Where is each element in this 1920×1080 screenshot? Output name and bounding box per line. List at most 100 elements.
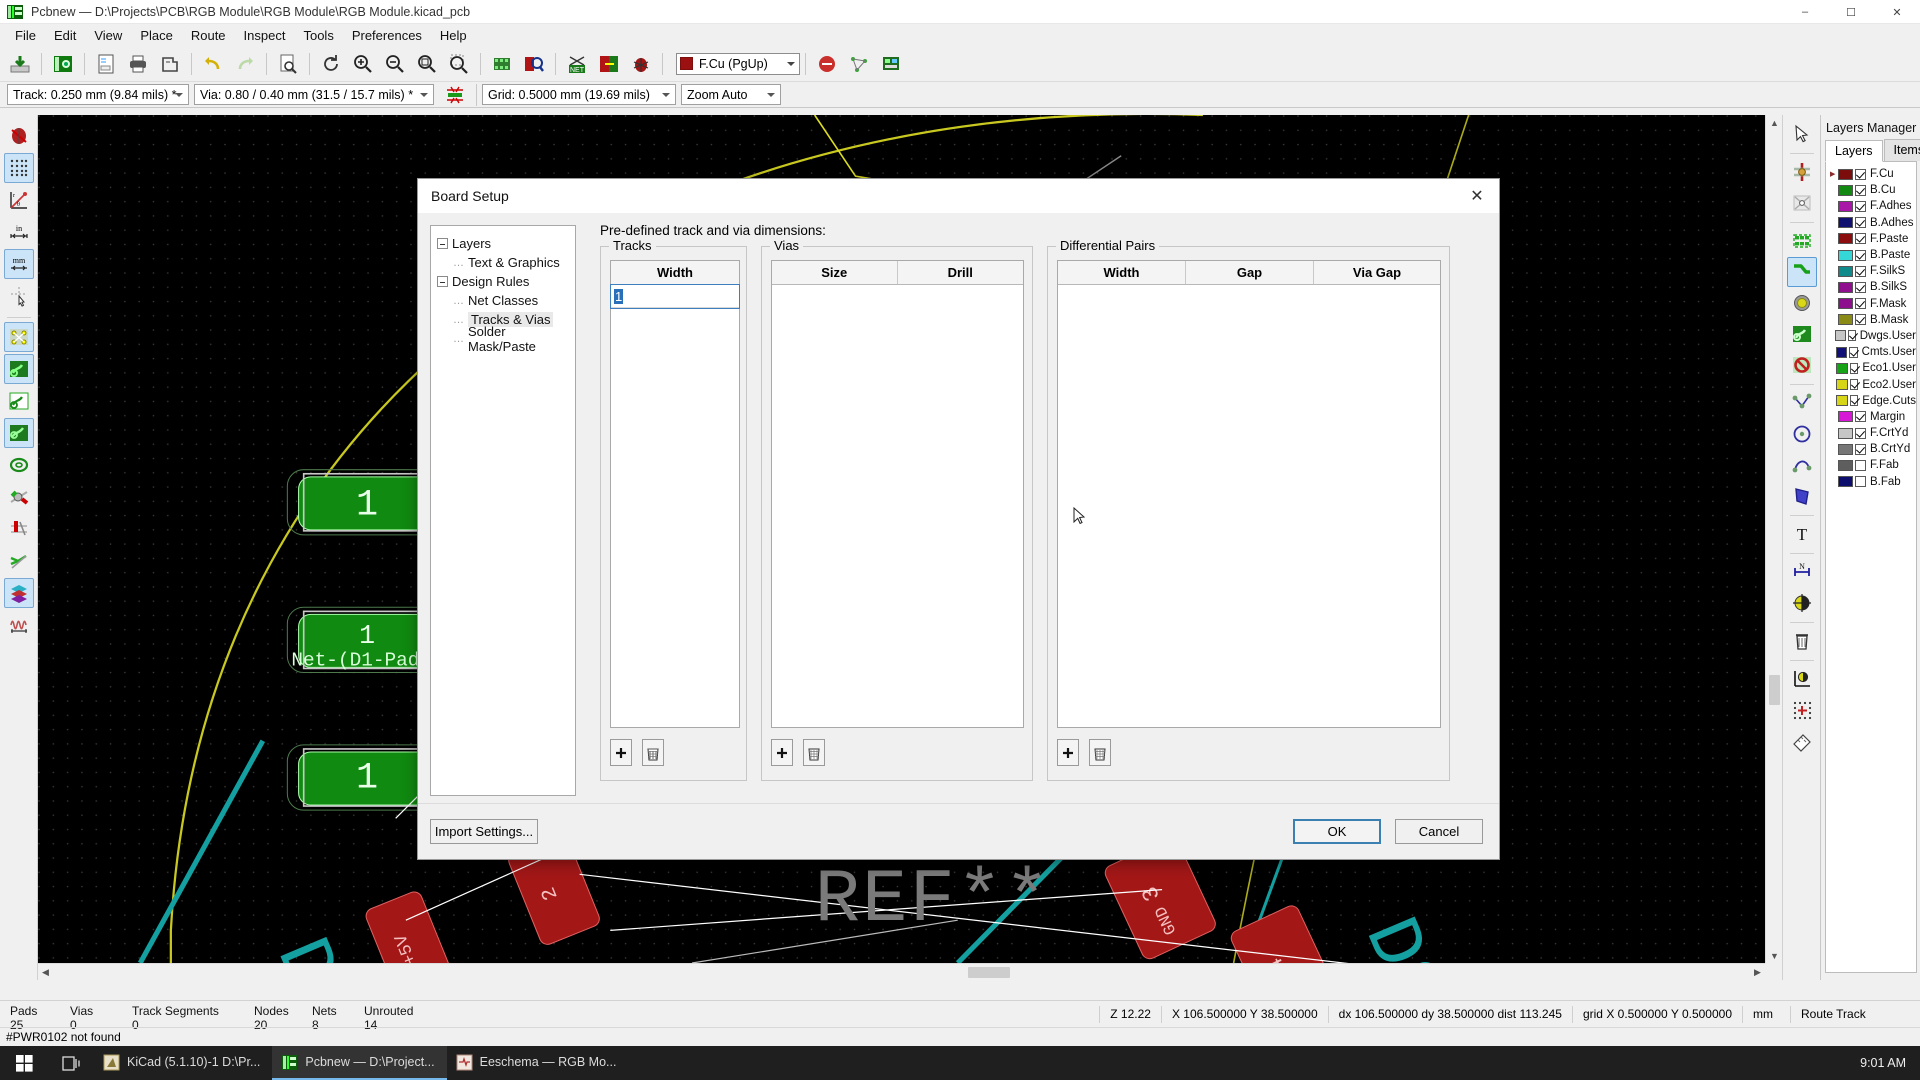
layer-row-b-cu[interactable]: B.Cu <box>1828 182 1916 198</box>
undo-icon[interactable] <box>199 50 227 78</box>
tree-expander-icon[interactable] <box>437 238 448 249</box>
layer-color-swatch[interactable] <box>1838 266 1853 277</box>
layer-visibility-checkbox[interactable] <box>1855 298 1866 309</box>
track-sketch-icon[interactable] <box>4 482 34 512</box>
layer-color-swatch[interactable] <box>1838 185 1853 196</box>
close-button[interactable]: ✕ <box>1874 0 1920 24</box>
ratsnest-icon[interactable] <box>4 322 34 352</box>
layer-color-swatch[interactable] <box>1836 379 1848 390</box>
menu-tools[interactable]: Tools <box>294 26 342 45</box>
layer-color-swatch[interactable] <box>1838 460 1853 471</box>
layer-visibility-checkbox[interactable] <box>1850 379 1859 390</box>
layer-row-edge-cuts[interactable]: Edge.Cuts <box>1828 393 1916 409</box>
layer-visibility-checkbox[interactable] <box>1848 330 1856 341</box>
layer-row-f-mask[interactable]: F.Mask <box>1828 296 1916 312</box>
polar-coords-icon[interactable]: rθ <box>4 185 34 215</box>
layer-visibility-checkbox[interactable] <box>1855 444 1866 455</box>
layer-visibility-checkbox[interactable] <box>1855 428 1866 439</box>
layer-visibility-checkbox[interactable] <box>1855 282 1866 293</box>
layer-visibility-checkbox[interactable] <box>1850 395 1859 406</box>
layer-color-swatch[interactable] <box>1838 217 1853 228</box>
layer-row-f-crtyd[interactable]: F.CrtYd <box>1828 425 1916 441</box>
units-mm-icon[interactable]: mm <box>4 249 34 279</box>
layer-row-f-paste[interactable]: F.Paste <box>1828 231 1916 247</box>
layer-color-swatch[interactable] <box>1836 347 1847 358</box>
layer-visibility-checkbox[interactable] <box>1855 411 1866 422</box>
draw-line-icon[interactable] <box>1787 388 1817 418</box>
import-settings-button[interactable]: Import Settings... <box>430 819 538 844</box>
draw-arc-icon[interactable] <box>1787 450 1817 480</box>
layer-row-b-mask[interactable]: B.Mask <box>1828 312 1916 328</box>
vias-table[interactable]: Size Drill <box>771 260 1024 728</box>
add-dimension-icon[interactable]: N <box>1787 557 1817 587</box>
layer-visibility-checkbox[interactable] <box>1855 266 1866 277</box>
pad-sketch-icon[interactable] <box>4 514 34 544</box>
full-crosshair-icon[interactable] <box>4 281 34 311</box>
zoom-in-icon[interactable] <box>349 50 377 78</box>
layer-row-f-cu[interactable]: ▶F.Cu <box>1828 166 1916 182</box>
layer-color-swatch[interactable] <box>1838 476 1853 487</box>
add-zone-icon[interactable] <box>1787 319 1817 349</box>
layer-row-f-silks[interactable]: F.SilkS <box>1828 263 1916 279</box>
minimize-button[interactable]: – <box>1782 0 1828 24</box>
scroll-up-arrow[interactable]: ▲ <box>1766 115 1783 130</box>
vias-delete-button[interactable] <box>803 739 825 766</box>
task-view-icon[interactable] <box>48 1046 94 1080</box>
via-sketch-icon[interactable] <box>4 450 34 480</box>
layer-visibility-checkbox[interactable] <box>1855 250 1866 261</box>
menu-preferences[interactable]: Preferences <box>343 26 431 45</box>
zoom-area-icon[interactable] <box>445 50 473 78</box>
footprint-editor-icon[interactable] <box>488 50 516 78</box>
update-pcb-icon[interactable] <box>595 50 623 78</box>
scroll-left-arrow[interactable]: ◀ <box>38 964 53 981</box>
layer-visibility-checkbox[interactable] <box>1855 314 1866 325</box>
highlight-net-tool-icon[interactable] <box>1787 157 1817 187</box>
zone-sketch-icon[interactable] <box>4 418 34 448</box>
layer-color-swatch[interactable] <box>1836 363 1848 374</box>
plot-icon[interactable] <box>156 50 184 78</box>
zone-outline-icon[interactable] <box>4 386 34 416</box>
layer-row-b-crtyd[interactable]: B.CrtYd <box>1828 441 1916 457</box>
layer-row-eco1-user[interactable]: Eco1.User <box>1828 360 1916 376</box>
setup-navigation-tree[interactable]: Layers…Text & GraphicsDesign Rules…Net C… <box>430 225 576 796</box>
refresh-icon[interactable] <box>317 50 345 78</box>
layer-color-swatch[interactable] <box>1835 330 1846 341</box>
layer-color-swatch[interactable] <box>1838 233 1853 244</box>
set-grid-origin-icon[interactable] <box>1787 695 1817 725</box>
vias-add-button[interactable] <box>771 739 793 766</box>
auto-track-width-icon[interactable] <box>441 81 469 109</box>
local-ratsnest-tool-icon[interactable] <box>1787 188 1817 218</box>
grid-display-icon[interactable] <box>4 153 34 183</box>
tree-item-layers[interactable]: Layers <box>437 234 575 253</box>
horizontal-scroll-thumb[interactable] <box>968 967 1010 978</box>
layer-color-swatch[interactable] <box>1838 250 1853 261</box>
contrast-layers-icon[interactable] <box>4 578 34 608</box>
layer-row-b-fab[interactable]: B.Fab <box>1828 474 1916 490</box>
layer-color-swatch[interactable] <box>1838 314 1853 325</box>
active-layer-selector[interactable]: F.Cu (PgUp) <box>676 53 800 75</box>
layer-visibility-checkbox[interactable] <box>1855 460 1866 471</box>
menu-edit[interactable]: Edit <box>45 26 85 45</box>
layer-visibility-checkbox[interactable] <box>1849 347 1858 358</box>
layer-color-swatch[interactable] <box>1838 169 1853 180</box>
taskbar-item-kicad[interactable]: KiCad (5.1.10)-1 D:\Pr... <box>94 1046 272 1080</box>
local-ratsnest-icon[interactable] <box>845 50 873 78</box>
board-setup-icon[interactable] <box>49 50 77 78</box>
layer-row-f-adhes[interactable]: F.Adhes <box>1828 198 1916 214</box>
tree-item-text-graphics[interactable]: …Text & Graphics <box>437 253 575 272</box>
table-row[interactable]: 1 <box>611 285 739 308</box>
tree-item-design-rules[interactable]: Design Rules <box>437 272 575 291</box>
menu-place[interactable]: Place <box>131 26 182 45</box>
page-settings-icon[interactable] <box>92 50 120 78</box>
scroll-right-arrow[interactable]: ▶ <box>1750 964 1765 981</box>
menu-file[interactable]: File <box>6 26 45 45</box>
add-target-icon[interactable] <box>1787 588 1817 618</box>
tree-item-net-classes[interactable]: …Net Classes <box>437 291 575 310</box>
add-text-icon[interactable]: T <box>1787 519 1817 549</box>
measure-icon[interactable] <box>1787 726 1817 756</box>
dp-delete-button[interactable] <box>1089 739 1111 766</box>
layer-visibility-checkbox[interactable] <box>1855 233 1866 244</box>
canvas-vertical-scrollbar[interactable]: ▲ ▼ <box>1765 115 1782 963</box>
netlist-icon[interactable]: NET <box>563 50 591 78</box>
footprint-viewer-icon[interactable] <box>520 50 548 78</box>
